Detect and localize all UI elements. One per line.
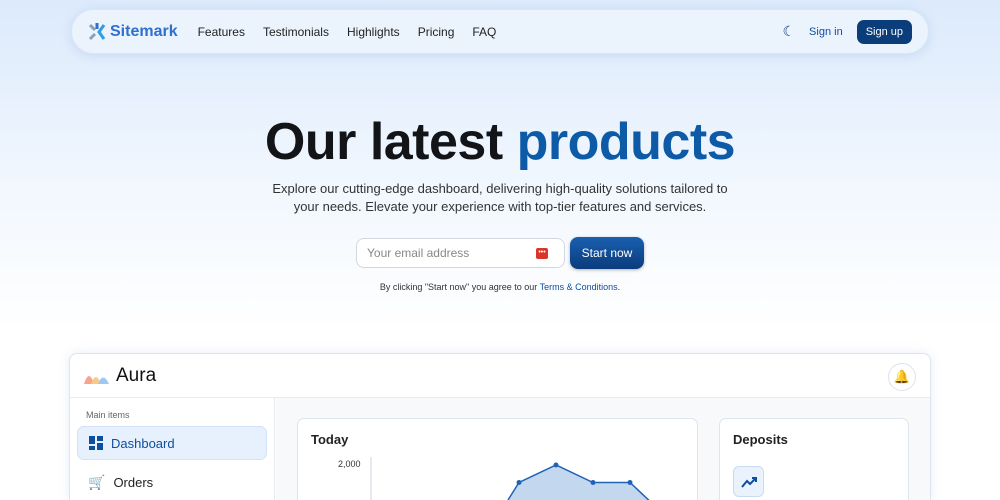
dashboard-preview: Aura 🔔 Main items Dashboard 🛒 Orders Tod…: [69, 353, 931, 500]
app-main: Today 2,000 Deposits: [276, 398, 930, 500]
hero-subtitle: Explore our cutting-edge dashboard, deli…: [272, 181, 728, 214]
data-point[interactable]: [590, 480, 596, 485]
app-sidebar: Main items Dashboard 🛒 Orders: [70, 398, 275, 500]
brand-logo[interactable]: Sitemark: [88, 22, 178, 41]
deposits-title: Deposits: [733, 432, 788, 447]
hero-title-b: products: [516, 113, 736, 171]
dashboard-icon: [89, 436, 103, 450]
terms-text: By clicking "Start now" you agree to our…: [0, 282, 1000, 292]
cart-icon: 🛒: [88, 473, 106, 490]
top-nav: Sitemark Features Testimonials Highlight…: [71, 9, 929, 54]
sidebar-item-orders[interactable]: 🛒 Orders: [77, 465, 267, 499]
data-point[interactable]: [627, 480, 633, 485]
email-input[interactable]: Your email address •••: [356, 238, 565, 268]
app-header: Aura 🔔: [70, 354, 930, 398]
nav-faq[interactable]: FAQ: [472, 25, 496, 39]
start-now-button[interactable]: Start now: [570, 237, 644, 269]
sign-in-button[interactable]: Sign in: [809, 26, 843, 38]
deposits-card: Deposits: [719, 418, 909, 500]
brand-name: Sitemark: [110, 22, 178, 40]
terms-prefix: By clicking "Start now" you agree to our: [379, 282, 540, 292]
area-fill: [508, 465, 649, 500]
aura-logo-icon: [84, 375, 109, 384]
nav-features[interactable]: Features: [198, 25, 245, 39]
app-brand: Aura: [116, 364, 157, 386]
today-chart: [370, 457, 650, 500]
sidebar-section-label: Main items: [86, 410, 130, 420]
notifications-bell-icon[interactable]: 🔔: [888, 363, 916, 391]
nav-pricing[interactable]: Pricing: [418, 25, 455, 39]
sidebar-item-label: Orders: [113, 474, 154, 490]
terms-link[interactable]: Terms & Conditions: [540, 282, 618, 292]
trending-up-icon: [733, 466, 764, 497]
dark-mode-toggle-icon[interactable]: ☾: [782, 23, 795, 40]
data-point[interactable]: [553, 462, 559, 468]
data-point[interactable]: [516, 480, 522, 485]
terms-suffix: .: [617, 282, 621, 292]
sign-up-button[interactable]: Sign up: [856, 19, 912, 44]
nav-highlights[interactable]: Highlights: [347, 25, 400, 39]
sidebar-item-label: Dashboard: [111, 435, 175, 451]
today-card: Today 2,000: [297, 418, 698, 500]
nav-testimonials[interactable]: Testimonials: [263, 25, 329, 39]
hero-title-a: Our latest: [264, 113, 503, 171]
sitemark-logo-icon: [88, 22, 106, 40]
sidebar-item-dashboard[interactable]: Dashboard: [77, 426, 267, 460]
email-placeholder: Your email address: [367, 246, 470, 260]
hero-title: Our latest products: [0, 112, 1000, 172]
password-manager-icon[interactable]: •••: [536, 248, 548, 259]
